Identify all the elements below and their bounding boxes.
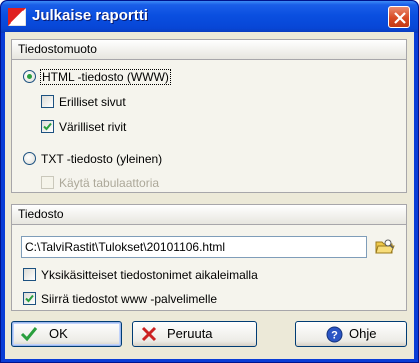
dialog-window: Julkaise raportti Tiedostomuoto HTML -ti…: [0, 0, 419, 363]
move-to-server-checkbox[interactable]: [23, 292, 36, 305]
title-bar[interactable]: Julkaise raportti: [1, 1, 418, 33]
txt-radio-option[interactable]: TXT -tiedosto (yleinen): [23, 151, 223, 167]
colored-rows-label: Värilliset rivit: [59, 120, 127, 134]
separate-pages-option[interactable]: Erilliset sivut: [41, 94, 191, 110]
use-tab-option: Käytä tabulaattoria: [41, 175, 211, 191]
cancel-button-label: Peruuta: [167, 326, 213, 341]
separate-pages-label: Erilliset sivut: [59, 95, 126, 109]
ok-button[interactable]: OK: [11, 321, 122, 347]
window-title: Julkaise raportti: [32, 7, 148, 24]
file-group-header: Tiedosto: [12, 205, 406, 225]
html-radio-label: HTML -tiedosto (WWW): [40, 69, 171, 85]
help-button-label: Ohje: [349, 326, 377, 341]
help-question-icon: ?: [326, 326, 343, 343]
checkmark-icon: [25, 294, 34, 303]
dialog-body: Tiedostomuoto HTML -tiedosto (WWW) Erill…: [5, 32, 414, 359]
html-radio-option[interactable]: HTML -tiedosto (WWW): [23, 69, 223, 85]
file-group: Tiedosto C:\TalviRastit\Tulokset\2010110…: [11, 204, 407, 311]
separate-pages-checkbox[interactable]: [41, 95, 54, 108]
use-tab-label: Käytä tabulaattoria: [59, 176, 160, 190]
cancel-button[interactable]: Peruuta: [132, 321, 257, 347]
txt-radio-label: TXT -tiedosto (yleinen): [41, 152, 163, 166]
html-radio[interactable]: [23, 70, 36, 83]
checkmark-icon: [43, 122, 52, 131]
folder-browse-icon: [375, 239, 395, 254]
format-group: Tiedostomuoto HTML -tiedosto (WWW) Erill…: [11, 39, 407, 193]
move-to-server-label: Siirrä tiedostot www -palvelimelle: [41, 292, 218, 306]
close-icon: [394, 12, 406, 24]
use-tab-checkbox: [41, 176, 54, 189]
file-path-input[interactable]: C:\TalviRastit\Tulokset\20101106.html: [21, 236, 367, 258]
cancel-x-icon: [141, 326, 157, 342]
format-group-header: Tiedostomuoto: [12, 40, 406, 60]
help-button[interactable]: ? Ohje: [295, 321, 407, 347]
browse-folder-button[interactable]: [374, 237, 396, 257]
app-flag-icon: [8, 8, 26, 26]
ok-check-icon: [20, 327, 38, 342]
individual-names-label: Yksikäsitteiset tiedostonimet aikaleimal…: [41, 268, 258, 282]
colored-rows-checkbox[interactable]: [41, 120, 54, 133]
individual-names-option[interactable]: Yksikäsitteiset tiedostonimet aikaleimal…: [23, 267, 353, 283]
svg-text:?: ?: [331, 330, 338, 342]
individual-names-checkbox[interactable]: [23, 268, 36, 281]
colored-rows-option[interactable]: Värilliset rivit: [41, 119, 191, 135]
txt-radio[interactable]: [23, 152, 36, 165]
ok-button-label: OK: [49, 326, 68, 341]
move-to-server-option[interactable]: Siirrä tiedostot www -palvelimelle: [23, 291, 353, 307]
close-button[interactable]: [388, 6, 410, 28]
